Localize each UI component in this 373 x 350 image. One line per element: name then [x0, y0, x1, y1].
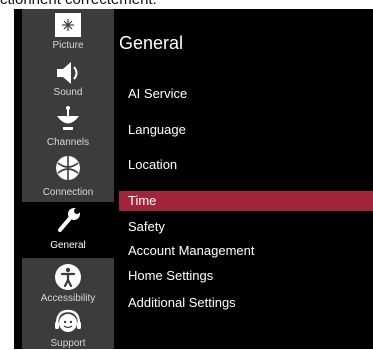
menu-item-ai-service[interactable]: AI Service — [119, 84, 373, 104]
sidebar-item-channels[interactable]: Channels — [22, 102, 114, 148]
sidebar-item-general[interactable]: General — [22, 202, 114, 258]
speaker-icon — [57, 62, 78, 84]
sidebar-item-sound[interactable]: Sound — [22, 56, 114, 100]
menu-item-additional-settings[interactable]: Additional Settings — [119, 293, 373, 313]
menu-item-home-settings[interactable]: Home Settings — [119, 266, 373, 286]
sidebar-item-label: Channels — [46, 137, 90, 148]
sidebar-item-accessibility[interactable]: Accessibility — [22, 261, 114, 306]
globe-icon — [56, 156, 80, 180]
sidebar-item-label: Sound — [53, 87, 83, 98]
settings-sidebar: Picture Sound Channels Connection Genera… — [22, 9, 114, 349]
wrench-icon — [58, 208, 80, 232]
sidebar-item-support[interactable]: Support — [22, 306, 114, 349]
sidebar-item-label: Support — [50, 338, 86, 349]
menu-item-language[interactable]: Language — [119, 120, 373, 140]
page-title: General — [119, 33, 184, 53]
accessibility-icon — [55, 264, 81, 290]
sidebar-item-label: General — [50, 240, 86, 251]
sidebar-item-label: Accessibility — [40, 293, 96, 304]
sidebar-item-label: Connection — [42, 187, 94, 198]
sidebar-item-picture[interactable]: Picture — [22, 9, 114, 54]
page-caption-text: ctionnent correctement. — [0, 0, 373, 9]
menu-item-account-management[interactable]: Account Management — [119, 241, 373, 261]
menu-item-safety[interactable]: Safety — [119, 217, 373, 237]
menu-item-location[interactable]: Location — [119, 155, 373, 175]
headset-icon — [55, 309, 81, 332]
sidebar-item-label: Picture — [52, 40, 84, 51]
satellite-dish-icon — [57, 106, 79, 130]
menu-item-time[interactable]: Time — [119, 191, 373, 211]
tv-settings-screen: Picture Sound Channels Connection Genera… — [14, 9, 373, 349]
picture-icon — [55, 13, 81, 37]
sidebar-item-connection[interactable]: Connection — [22, 150, 114, 198]
